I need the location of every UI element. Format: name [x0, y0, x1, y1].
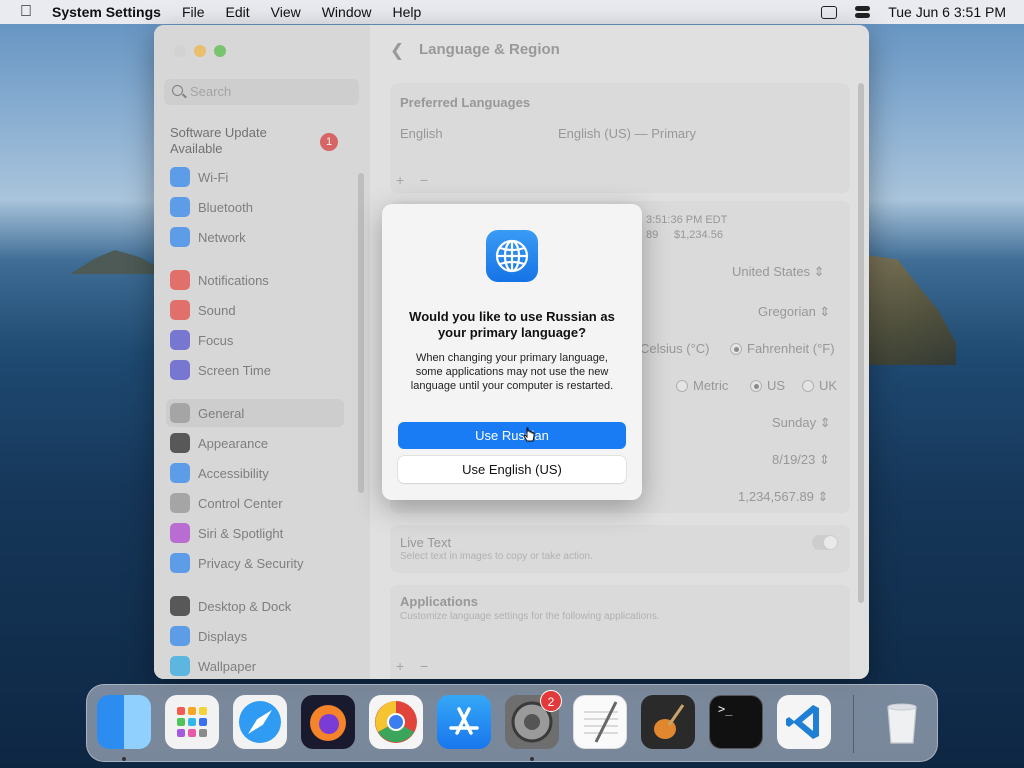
menu-clock[interactable]: Tue Jun 6 3:51 PM	[888, 4, 1006, 20]
dialog-body: When changing your primary language, som…	[410, 352, 614, 392]
chrome-icon[interactable]	[369, 695, 423, 749]
finder-icon[interactable]	[97, 695, 151, 749]
launchpad-icon[interactable]	[165, 695, 219, 749]
use-russian-button[interactable]: Use Russian	[398, 422, 626, 449]
textedit-icon[interactable]	[573, 695, 627, 749]
dock: 2 >_	[86, 684, 938, 762]
apple-menu-icon[interactable]: 	[0, 3, 52, 21]
firefox-icon[interactable]	[301, 695, 355, 749]
menu-edit[interactable]: Edit	[226, 4, 250, 20]
settings-badge: 2	[540, 690, 562, 712]
menu-file[interactable]: File	[182, 4, 205, 20]
mouse-cursor-icon	[523, 427, 535, 442]
menu-window[interactable]: Window	[322, 4, 372, 20]
globe-icon	[486, 230, 538, 282]
dialog-title: Would you like to use Russian as your pr…	[409, 309, 615, 340]
menu-view[interactable]: View	[271, 4, 301, 20]
vscode-icon[interactable]	[777, 695, 831, 749]
control-center-menu-icon[interactable]	[855, 5, 871, 19]
wallpaper-island-right	[866, 255, 956, 365]
use-english-button[interactable]: Use English (US)	[398, 456, 626, 483]
garageband-icon[interactable]	[641, 695, 695, 749]
settings-running-dot	[530, 757, 534, 761]
safari-icon[interactable]	[233, 695, 287, 749]
language-change-dialog: Would you like to use Russian as your pr…	[382, 204, 642, 500]
menu-help[interactable]: Help	[393, 4, 422, 20]
menu-bar:  System Settings File Edit View Window …	[0, 0, 1024, 24]
menu-app-name[interactable]: System Settings	[52, 4, 161, 20]
terminal-prompt: >_	[718, 702, 733, 716]
trash-icon[interactable]	[875, 695, 929, 749]
app-store-icon[interactable]	[437, 695, 491, 749]
dock-separator	[853, 695, 854, 753]
screen-mirroring-icon[interactable]	[821, 5, 838, 19]
finder-running-dot	[122, 757, 126, 761]
terminal-icon[interactable]: >_	[709, 695, 763, 749]
